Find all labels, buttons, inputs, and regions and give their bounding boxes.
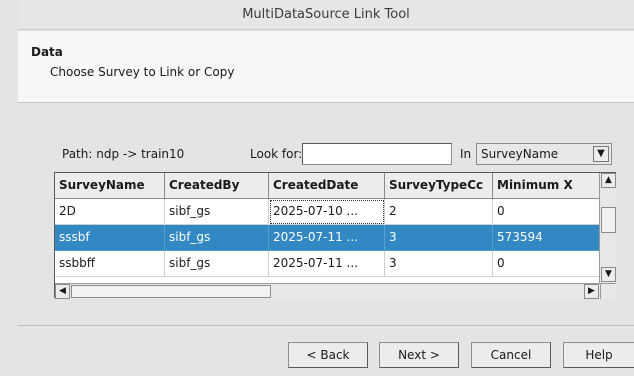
- filter-row: Path: ndp -> train10 Look for: In Survey…: [18, 142, 634, 166]
- table-cell: sibf_gs: [165, 199, 269, 225]
- next-button[interactable]: Next >: [379, 342, 459, 368]
- table-cell: 2025-07-11 ...: [269, 251, 385, 277]
- section-title: Data: [31, 45, 63, 59]
- column-header-createddate[interactable]: CreatedDate: [269, 173, 385, 199]
- path-label: Path: ndp -> train10: [62, 147, 185, 161]
- column-header-createdby[interactable]: CreatedBy: [165, 173, 269, 199]
- cancel-button[interactable]: Cancel: [471, 342, 551, 368]
- table-cell: 0: [493, 199, 601, 225]
- table-cell: 2D: [55, 199, 165, 225]
- window-title: MultiDataSource Link Tool: [18, 0, 634, 30]
- table-cell: 2: [385, 199, 493, 225]
- look-for-label: Look for:: [250, 147, 303, 161]
- scroll-thumb[interactable]: [71, 285, 271, 298]
- look-for-input[interactable]: [302, 143, 452, 165]
- horizontal-scrollbar[interactable]: ◀ ▶: [55, 283, 601, 299]
- table-cell: 3: [385, 251, 493, 277]
- scroll-up-icon[interactable]: ▲: [601, 173, 616, 188]
- table-cell: 3: [385, 225, 493, 251]
- table-row[interactable]: ssbbff sibf_gs 2025-07-11 ... 3 0: [55, 251, 615, 277]
- scroll-right-icon[interactable]: ▶: [584, 284, 599, 299]
- scroll-left-icon[interactable]: ◀: [55, 284, 70, 299]
- column-header-minimum-x[interactable]: Minimum X: [493, 173, 601, 199]
- back-button[interactable]: < Back: [288, 342, 368, 368]
- table-cell: ssbbff: [55, 251, 165, 277]
- table-cell: 2025-07-11 ...: [269, 225, 385, 251]
- scroll-corner: [600, 283, 616, 299]
- search-column-value: SurveyName: [481, 147, 559, 161]
- scroll-thumb[interactable]: [601, 207, 616, 233]
- table-cell: 2025-07-10 ...: [269, 199, 385, 225]
- column-header-surveyname[interactable]: SurveyName: [55, 173, 165, 199]
- survey-table: SurveyName CreatedBy CreatedDate SurveyT…: [54, 172, 616, 298]
- table-cell: 0: [493, 251, 601, 277]
- table-cell: sibf_gs: [165, 225, 269, 251]
- wizard-footer: < Back Next > Cancel Help: [18, 327, 634, 376]
- section-subtitle: Choose Survey to Link or Copy: [50, 65, 235, 79]
- wizard-header: Data Choose Survey to Link or Copy: [18, 31, 634, 103]
- table-cell: 573594: [493, 225, 601, 251]
- search-column-select[interactable]: SurveyName ▼: [476, 143, 612, 165]
- scroll-down-icon[interactable]: ▼: [601, 267, 616, 282]
- vertical-scrollbar[interactable]: ▲ ▼: [599, 173, 616, 283]
- column-header-surveytype[interactable]: SurveyTypeCc: [385, 173, 493, 199]
- table-cell: sibf_gs: [165, 251, 269, 277]
- table-row-selected[interactable]: sssbf sibf_gs 2025-07-11 ... 3 573594: [55, 225, 615, 251]
- table-row[interactable]: 2D sibf_gs 2025-07-10 ... 2 0: [55, 199, 615, 225]
- help-button[interactable]: Help: [563, 342, 634, 368]
- in-label: In: [460, 147, 472, 161]
- chevron-down-icon[interactable]: ▼: [593, 146, 609, 162]
- table-cell: sssbf: [55, 225, 165, 251]
